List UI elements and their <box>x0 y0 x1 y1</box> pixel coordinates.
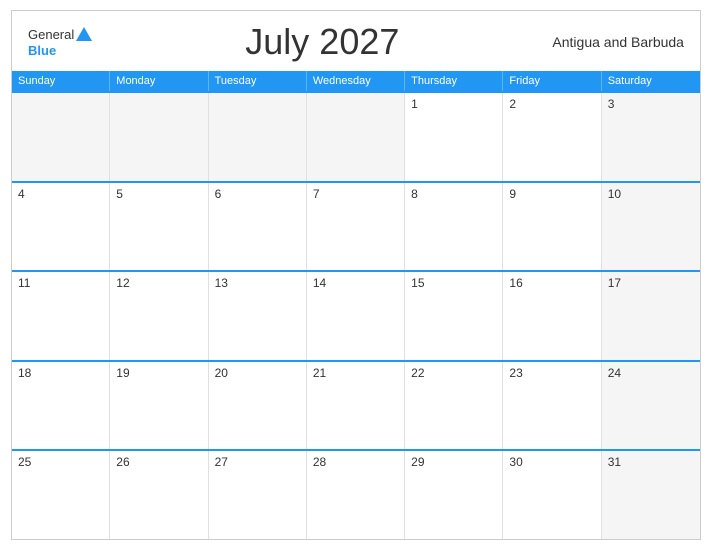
day-cell: 21 <box>307 362 405 450</box>
day-cell: 10 <box>602 183 700 271</box>
day-cell: 12 <box>110 272 208 360</box>
day-cell <box>110 93 208 181</box>
day-cell: 18 <box>12 362 110 450</box>
logo-blue-text: Blue <box>28 43 56 58</box>
week-row-5: 25 26 27 28 29 30 31 <box>12 449 700 539</box>
day-cell: 1 <box>405 93 503 181</box>
day-cell: 9 <box>503 183 601 271</box>
day-cell: 26 <box>110 451 208 539</box>
day-cell <box>307 93 405 181</box>
day-cell: 29 <box>405 451 503 539</box>
day-cell: 25 <box>12 451 110 539</box>
header-monday: Monday <box>110 71 208 91</box>
weeks-container: 1 2 3 4 5 6 7 8 9 10 11 12 13 14 15 <box>12 91 700 539</box>
header-tuesday: Tuesday <box>209 71 307 91</box>
header-wednesday: Wednesday <box>307 71 405 91</box>
day-cell: 20 <box>209 362 307 450</box>
day-cell: 30 <box>503 451 601 539</box>
day-cell: 22 <box>405 362 503 450</box>
day-cell: 11 <box>12 272 110 360</box>
day-cell <box>209 93 307 181</box>
logo-triangle-icon <box>76 27 92 41</box>
calendar-header: General Blue July 2027 Antigua and Barbu… <box>12 11 700 71</box>
calendar-grid: Sunday Monday Tuesday Wednesday Thursday… <box>12 71 700 539</box>
day-cell: 13 <box>209 272 307 360</box>
day-cell: 15 <box>405 272 503 360</box>
day-cell <box>12 93 110 181</box>
day-cell: 3 <box>602 93 700 181</box>
logo: General Blue <box>28 27 92 58</box>
day-cell: 28 <box>307 451 405 539</box>
day-cell: 8 <box>405 183 503 271</box>
week-row-3: 11 12 13 14 15 16 17 <box>12 270 700 360</box>
days-header: Sunday Monday Tuesday Wednesday Thursday… <box>12 71 700 91</box>
day-cell: 24 <box>602 362 700 450</box>
day-cell: 5 <box>110 183 208 271</box>
day-cell: 19 <box>110 362 208 450</box>
day-cell: 16 <box>503 272 601 360</box>
day-cell: 23 <box>503 362 601 450</box>
week-row-1: 1 2 3 <box>12 91 700 181</box>
header-friday: Friday <box>503 71 601 91</box>
header-thursday: Thursday <box>405 71 503 91</box>
header-saturday: Saturday <box>602 71 700 91</box>
day-cell: 6 <box>209 183 307 271</box>
calendar-title: July 2027 <box>245 21 399 63</box>
day-cell: 2 <box>503 93 601 181</box>
day-cell: 14 <box>307 272 405 360</box>
header-sunday: Sunday <box>12 71 110 91</box>
week-row-4: 18 19 20 21 22 23 24 <box>12 360 700 450</box>
day-cell: 17 <box>602 272 700 360</box>
calendar: General Blue July 2027 Antigua and Barbu… <box>11 10 701 540</box>
day-cell: 4 <box>12 183 110 271</box>
day-cell: 27 <box>209 451 307 539</box>
country-name: Antigua and Barbuda <box>552 34 684 50</box>
day-cell: 31 <box>602 451 700 539</box>
week-row-2: 4 5 6 7 8 9 10 <box>12 181 700 271</box>
day-cell: 7 <box>307 183 405 271</box>
logo-general-text: General <box>28 27 74 42</box>
